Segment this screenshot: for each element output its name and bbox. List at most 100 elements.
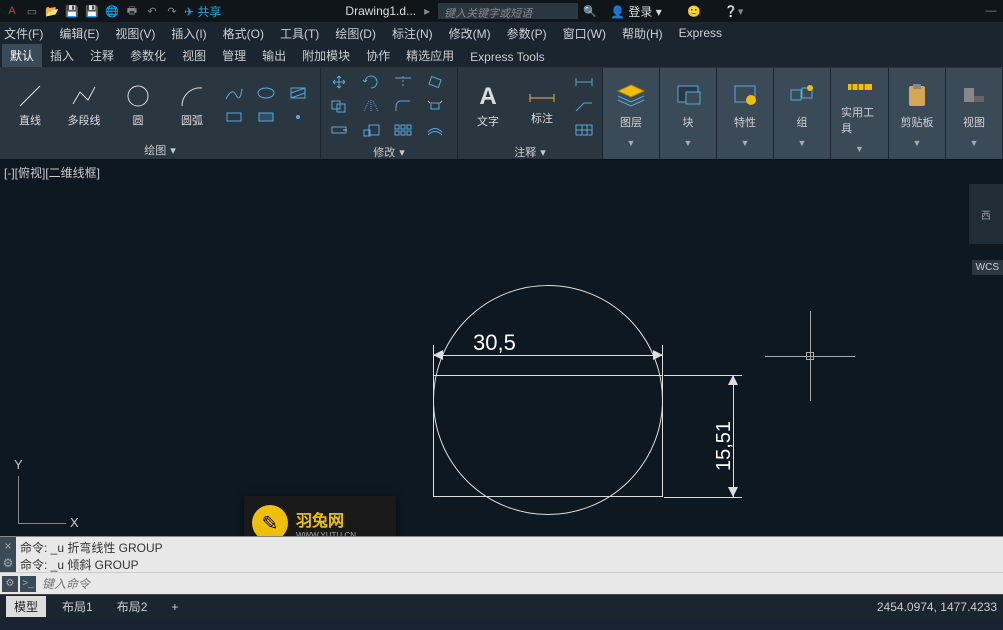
panel-modify: 修改 ▾ (321, 68, 458, 159)
drawing-canvas[interactable]: [-][俯视][二维线框] 西 WCS 30,5 15,51 ✎ 羽兔网 WWW… (0, 160, 1003, 536)
app-icon: A (4, 3, 20, 19)
ucs-y-label: Y (14, 457, 23, 472)
stretch-icon[interactable] (327, 120, 351, 140)
settings-icon[interactable]: ⚙ (3, 556, 14, 570)
erase-icon[interactable] (423, 72, 447, 92)
ucs-x-label: X (70, 515, 79, 530)
menu-param[interactable]: 参数(P) (507, 25, 547, 42)
tab-express[interactable]: Express Tools (462, 47, 552, 67)
circle-icon (124, 82, 152, 110)
text-button[interactable]: A 文字 (464, 74, 512, 138)
table-icon[interactable] (572, 120, 596, 140)
saveas-icon[interactable]: 💾 (84, 3, 100, 19)
wcs-badge[interactable]: WCS (972, 260, 1003, 275)
tab-model[interactable]: 模型 (6, 596, 46, 617)
view-label[interactable]: [-][俯视][二维线框] (4, 164, 100, 181)
trim-icon[interactable] (391, 72, 415, 92)
fillet-icon[interactable] (391, 96, 415, 116)
rectangle-icon[interactable] (222, 107, 246, 127)
panel-view[interactable]: 视图▼ (946, 68, 1003, 159)
help-icon[interactable]: ❔▾ (726, 3, 742, 19)
save-icon[interactable]: 💾 (64, 3, 80, 19)
menu-edit[interactable]: 编辑(E) (59, 25, 99, 42)
tab-add[interactable]: + (163, 598, 186, 616)
panel-block[interactable]: 块▼ (660, 68, 717, 159)
arc-button[interactable]: 圆弧 (168, 73, 216, 137)
tab-param[interactable]: 参数化 (122, 44, 174, 67)
menu-insert[interactable]: 插入(I) (171, 25, 206, 42)
menu-help[interactable]: 帮助(H) (622, 25, 663, 42)
panel-group[interactable]: 组▼ (774, 68, 831, 159)
menu-window[interactable]: 窗口(W) (563, 25, 606, 42)
tab-addon[interactable]: 附加模块 (294, 44, 358, 67)
line-button[interactable]: 直线 (6, 73, 54, 137)
copy-icon[interactable] (327, 96, 351, 116)
open-icon[interactable]: 📂 (44, 3, 60, 19)
group-icon (784, 80, 820, 110)
spline-icon[interactable] (222, 83, 246, 103)
file-name: Drawing1.d... (345, 4, 416, 18)
close-icon[interactable]: × (4, 539, 11, 553)
autodesk-icon[interactable]: 🙂 (686, 3, 702, 19)
tab-collab[interactable]: 协作 (358, 44, 398, 67)
cmd-handle[interactable]: ×⚙ (0, 537, 16, 572)
layer-icon (613, 80, 649, 110)
move-icon[interactable] (327, 72, 351, 92)
block-icon (670, 80, 706, 110)
point-icon[interactable] (286, 107, 310, 127)
region-icon[interactable] (254, 107, 278, 127)
search-input[interactable]: 键入关键字或短语 (438, 3, 578, 19)
undo-icon[interactable]: ↶ (144, 3, 160, 19)
cmd-prompt-icon: >_ (20, 576, 36, 592)
coordinates: 2454.0974, 1477.4233 (877, 600, 997, 614)
circle-button[interactable]: 圆 (114, 73, 162, 137)
menu-format[interactable]: 格式(O) (223, 25, 264, 42)
offset-icon[interactable] (423, 120, 447, 140)
ellipse-icon[interactable] (254, 83, 278, 103)
leader-icon[interactable] (572, 72, 596, 92)
new-icon[interactable]: ▭ (24, 3, 40, 19)
command-input[interactable] (42, 577, 997, 591)
utilities-icon (842, 74, 878, 100)
explode-icon[interactable] (423, 96, 447, 116)
tab-output[interactable]: 输出 (254, 44, 294, 67)
tab-annotate[interactable]: 注释 (82, 44, 122, 67)
tab-layout2[interactable]: 布局2 (109, 596, 156, 617)
panel-utilities[interactable]: 实用工具▼ (831, 68, 889, 159)
mirror-icon[interactable] (359, 96, 383, 116)
menu-draw[interactable]: 绘图(D) (335, 25, 376, 42)
login-button[interactable]: 👤 登录 ▾ (610, 3, 662, 20)
tab-featured[interactable]: 精选应用 (398, 44, 462, 67)
tab-manage[interactable]: 管理 (214, 44, 254, 67)
hatch-icon[interactable] (286, 83, 310, 103)
search-icon[interactable]: 🔍 (582, 3, 598, 19)
minimize-icon[interactable]: — (983, 3, 999, 19)
panel-properties[interactable]: 特性▼ (717, 68, 774, 159)
menu-modify[interactable]: 修改(M) (449, 25, 491, 42)
menu-express[interactable]: Express (679, 26, 722, 40)
polyline-button[interactable]: 多段线 (60, 73, 108, 137)
print-icon[interactable]: 🖶 (124, 3, 140, 19)
cmd-config-icon[interactable]: ⚙ (2, 576, 18, 592)
mleader-icon[interactable] (572, 96, 596, 116)
menu-dimension[interactable]: 标注(N) (392, 25, 433, 42)
dimension-button[interactable]: 标注 (518, 74, 566, 138)
drawn-rectangle[interactable] (433, 375, 663, 497)
menu-file[interactable]: 文件(F) (4, 25, 43, 42)
menu-tools[interactable]: 工具(T) (280, 25, 319, 42)
tab-layout1[interactable]: 布局1 (54, 596, 101, 617)
tab-view[interactable]: 视图 (174, 44, 214, 67)
scale-icon[interactable] (359, 120, 383, 140)
panel-clipboard[interactable]: 剪贴板▼ (889, 68, 946, 159)
rotate-icon[interactable] (359, 72, 383, 92)
tab-insert[interactable]: 插入 (42, 44, 82, 67)
menu-view[interactable]: 视图(V) (115, 25, 155, 42)
nav-cube[interactable]: 西 (969, 184, 1003, 244)
array-icon[interactable] (391, 120, 415, 140)
redo-icon[interactable]: ↷ (164, 3, 180, 19)
dropdown-icon[interactable]: ▸ (424, 4, 430, 18)
tab-default[interactable]: 默认 (2, 44, 42, 67)
share-button[interactable]: ✈ 共享 (184, 3, 221, 20)
web-icon[interactable]: 🌐 (104, 3, 120, 19)
panel-layer[interactable]: 图层▼ (603, 68, 660, 159)
